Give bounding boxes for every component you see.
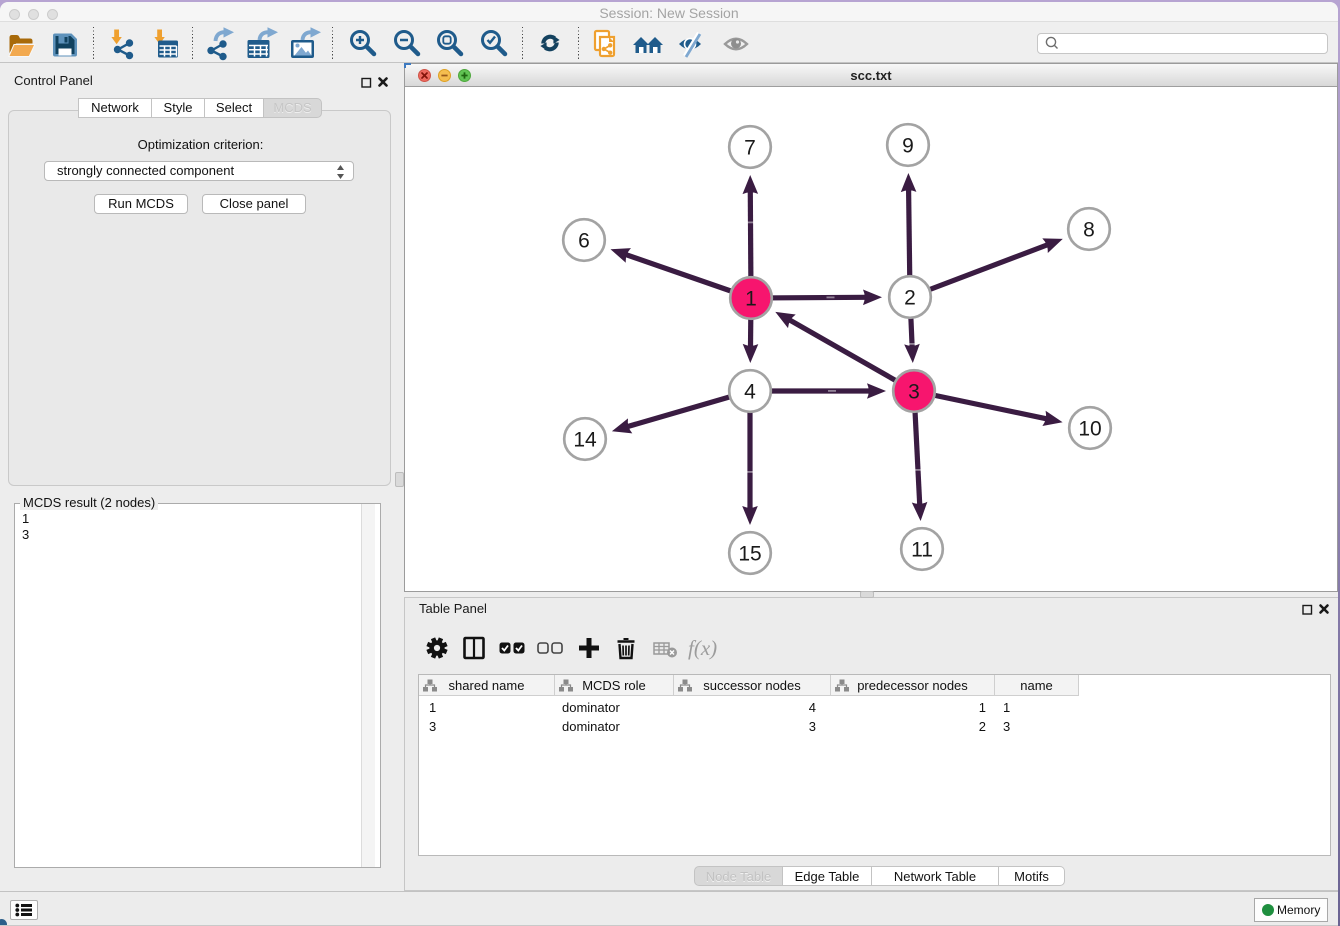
svg-text:9: 9 (902, 135, 914, 158)
svg-text:8: 8 (1083, 219, 1095, 242)
svg-text:6: 6 (578, 230, 590, 253)
svg-text:2: 2 (904, 287, 916, 310)
svg-text:14: 14 (573, 429, 597, 452)
svg-text:7: 7 (744, 137, 756, 160)
svg-text:11: 11 (911, 539, 933, 562)
svg-text:10: 10 (1078, 418, 1101, 441)
svg-text:15: 15 (738, 543, 761, 566)
svg-text:4: 4 (744, 381, 756, 404)
svg-text:3: 3 (908, 381, 920, 404)
svg-text:1: 1 (745, 288, 757, 311)
